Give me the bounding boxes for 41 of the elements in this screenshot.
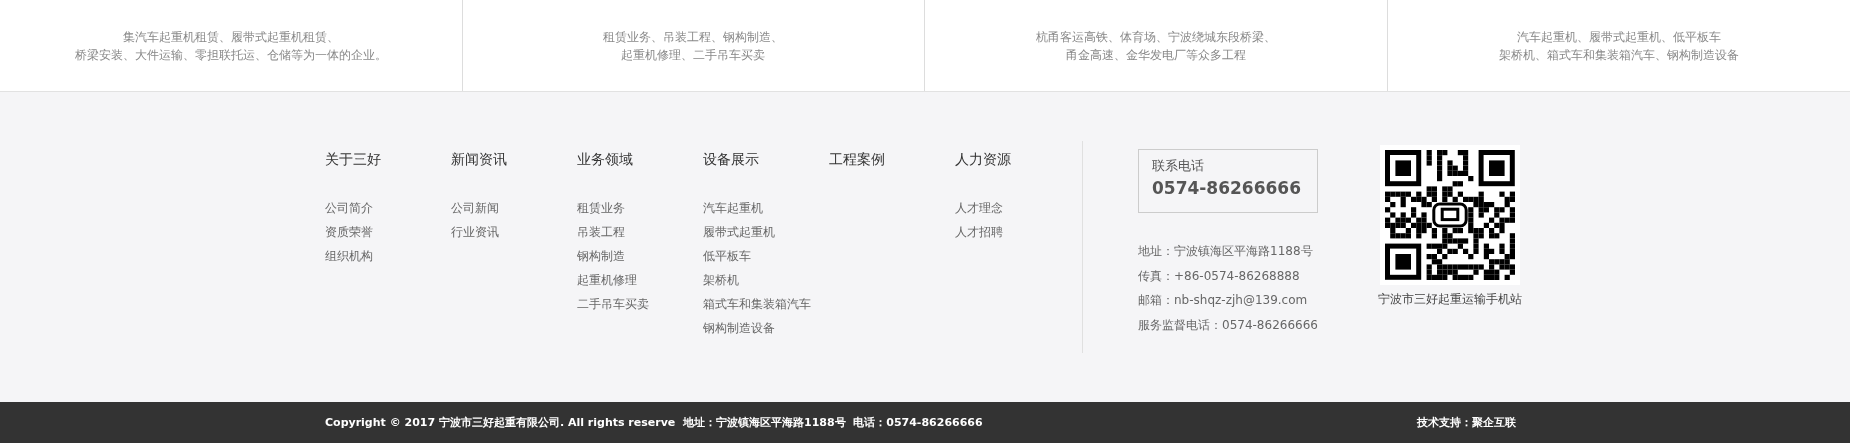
card-description: 架桥机、箱式车和集装箱汽车、钢构制造设备 [1498, 47, 1739, 64]
card-description: 汽车起重机、履带式起重机、低平板车 [1516, 29, 1721, 46]
footer-nav-heading[interactable]: 人力资源 [955, 149, 1081, 169]
card-description: 租赁业务、吊装工程、钢构制造、 [603, 29, 784, 46]
footer-nav-heading[interactable]: 设备展示 [703, 149, 829, 169]
footer-nav-link[interactable]: 起重机修理 [577, 268, 637, 292]
footer-nav-link[interactable]: 低平板车 [703, 244, 751, 268]
footer-nav-heading[interactable]: 业务领域 [577, 149, 703, 169]
footer-nav-link[interactable]: 汽车起重机 [703, 196, 763, 220]
footer-nav-link[interactable]: 公司简介 [325, 196, 373, 220]
footer-nav-link[interactable]: 箱式车和集装箱汽车 [703, 292, 811, 316]
footer-nav-link[interactable]: 履带式起重机 [703, 220, 775, 244]
footer-nav-link[interactable]: 人才招聘 [955, 220, 1003, 244]
footer-nav-link[interactable]: 组织机构 [325, 244, 373, 268]
footer-nav-link[interactable]: 二手吊车买卖 [577, 292, 649, 316]
footer-nav-link[interactable]: 资质荣誉 [325, 220, 373, 244]
footer-nav-heading[interactable]: 新闻资讯 [451, 149, 577, 169]
contact-detail: 邮箱：nb-shqz-zjh@139.com [1138, 292, 1309, 309]
qr-caption: 宁波市三好起重运输手机站 [1378, 291, 1522, 308]
footer-nav-link[interactable]: 人才理念 [955, 196, 1003, 220]
footer-nav-link[interactable]: 架桥机 [703, 268, 739, 292]
footer-nav-heading[interactable]: 工程案例 [829, 149, 955, 169]
footer-nav-link[interactable]: 钢构制造设备 [703, 316, 775, 340]
card-description: 桥梁安装、大件运输、零担联托运、仓储等为一体的企业。 [74, 47, 387, 64]
footer-nav-link[interactable]: 租赁业务 [577, 196, 625, 220]
footer-nav-link[interactable]: 吊装工程 [577, 220, 625, 244]
tech-support-text: 技术支持：聚企互联 [1417, 415, 1516, 430]
footer-nav-heading[interactable]: 关于三好 [325, 149, 451, 169]
card-description: 甬金高速、金华发电厂等众多工程 [1065, 47, 1246, 64]
footer-nav-link[interactable]: 公司新闻 [451, 196, 499, 220]
footer-nav-link[interactable]: 行业资讯 [451, 220, 499, 244]
card-description: 杭甬客运高铁、体育场、宁波绕城东段桥梁、 [1035, 29, 1276, 46]
contact-detail: 服务监督电话：0574-86266666 [1138, 316, 1319, 334]
footer-nav-link[interactable]: 钢构制造 [577, 244, 625, 268]
contact-detail: 地址：宁波镇海区平海路1188号 [1138, 243, 1314, 260]
contact-detail: 传真：+86-0574-86268888 [1138, 267, 1301, 285]
card-description: 集汽车起重机租赁、履带式起重机租赁、 [122, 29, 339, 46]
phone-label: 联系电话 [1152, 158, 1205, 174]
phone-number: 0574-86266666 [1152, 177, 1302, 200]
card-description: 起重机修理、二手吊车买卖 [621, 47, 766, 64]
copyright-text: Copyright © 2017 宁波市三好起重有限公司. All rights reserve 地址：宁波镇海区平海路1188号 电话：0574-86266666 [325, 415, 983, 430]
